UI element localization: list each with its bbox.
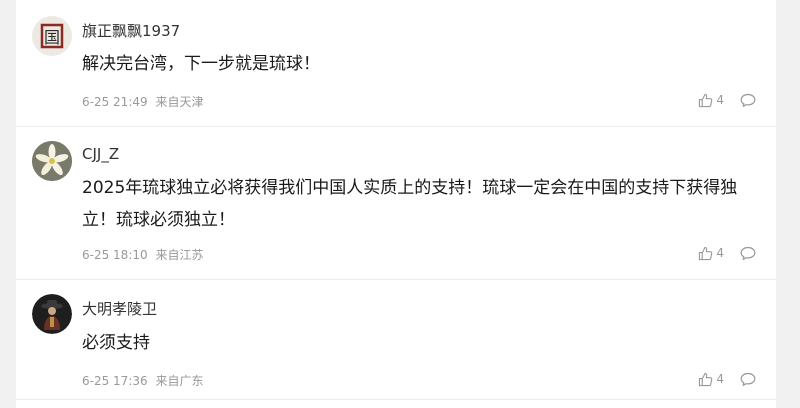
comment-location: 来自天津 bbox=[155, 95, 204, 109]
like-button[interactable]: 4 bbox=[698, 246, 724, 261]
speech-bubble-icon bbox=[740, 372, 756, 386]
svg-text:国: 国 bbox=[44, 28, 60, 47]
comment-date: 6-25 17:36 bbox=[82, 374, 148, 388]
reply-button[interactable] bbox=[740, 246, 756, 261]
comment-date: 6-25 18:10 bbox=[82, 248, 148, 262]
divider bbox=[16, 126, 776, 127]
comment-actions: 4 bbox=[698, 245, 756, 261]
comment-actions: 4 bbox=[698, 92, 756, 108]
reply-button[interactable] bbox=[740, 372, 756, 387]
ming-guard-avatar-icon bbox=[32, 294, 72, 334]
like-count: 4 bbox=[716, 372, 724, 386]
like-button[interactable]: 4 bbox=[698, 93, 724, 108]
username[interactable]: 旗正飘飘1937 bbox=[82, 20, 180, 41]
comment-text: 必须支持 bbox=[82, 333, 150, 353]
divider bbox=[16, 399, 776, 400]
comment-location: 来自广东 bbox=[155, 374, 204, 388]
avatar[interactable]: 国 bbox=[32, 16, 72, 56]
guo-character-avatar-icon: 国 bbox=[32, 16, 72, 56]
avatar[interactable] bbox=[32, 141, 72, 181]
lily-flower-avatar-icon bbox=[32, 141, 72, 181]
comment-list: 国 旗正飘飘1937 解决完台湾，下一步就是琉球！ 6-25 21:49 来自天… bbox=[16, 0, 776, 408]
speech-bubble-icon bbox=[740, 246, 756, 260]
reply-button[interactable] bbox=[740, 93, 756, 108]
comment-date: 6-25 21:49 bbox=[82, 95, 148, 109]
comment-meta: 6-25 17:36 来自广东 bbox=[82, 372, 203, 389]
like-button[interactable]: 4 bbox=[698, 372, 724, 387]
thumbs-up-icon bbox=[699, 372, 713, 386]
like-count: 4 bbox=[716, 246, 724, 260]
thumbs-up-icon bbox=[699, 93, 713, 107]
speech-bubble-icon bbox=[740, 93, 756, 107]
username[interactable]: CJJ_Z bbox=[82, 145, 119, 163]
comment-location: 来自江苏 bbox=[155, 248, 204, 262]
like-count: 4 bbox=[716, 93, 724, 107]
thumbs-up-icon bbox=[699, 246, 713, 260]
comment-text: 2025年琉球独立必将获得我们中国人实质上的支持！琉球一定会在中国的支持下获得独… bbox=[82, 178, 738, 230]
divider bbox=[16, 279, 776, 280]
comment-meta: 6-25 21:49 来自天津 bbox=[82, 93, 203, 110]
avatar[interactable] bbox=[32, 294, 72, 334]
comment-text: 解决完台湾，下一步就是琉球！ bbox=[82, 54, 320, 74]
comment-actions: 4 bbox=[698, 371, 756, 387]
comment-meta: 6-25 18:10 来自江苏 bbox=[82, 246, 203, 263]
username[interactable]: 大明孝陵卫 bbox=[82, 298, 157, 319]
